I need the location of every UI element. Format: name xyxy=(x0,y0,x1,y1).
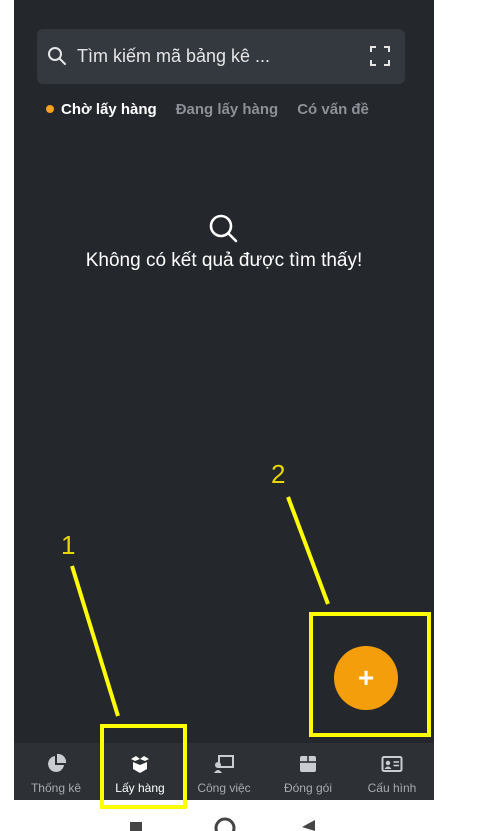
tab-label: Đang lấy hàng xyxy=(175,100,279,118)
nav-label: Cấu hình xyxy=(367,781,417,795)
bottom-nav-thong-ke[interactable]: Thống kê xyxy=(14,743,98,800)
bottom-nav-cau-hinh[interactable]: Cấu hình xyxy=(350,743,434,800)
nav-label: Đóng gói xyxy=(283,781,333,795)
bottom-nav: Thống kê Lấy hàng Công việc Đóng gói Cấu… xyxy=(14,743,434,800)
tab-label: Có vấn đề xyxy=(297,100,369,118)
nav-label: Thống kê xyxy=(30,781,82,795)
annotation-number-1: 1 xyxy=(61,530,76,560)
empty-state: Không có kết quả được tìm thấy! xyxy=(14,212,434,272)
status-tabs: Chờ lấy hàng Đang lấy hàng Có vấn đề xyxy=(46,98,388,120)
tab-cho-lay-hang[interactable]: Chờ lấy hàng xyxy=(46,101,157,118)
active-dot xyxy=(46,105,54,113)
empty-message: Không có kết quả được tìm thấy! xyxy=(85,250,363,271)
pie-chart-icon xyxy=(48,753,67,772)
app-screen: Tìm kiếm mã bảng kê ... Chờ lấy hàng Đan… xyxy=(14,0,434,800)
add-button[interactable]: + xyxy=(334,646,398,710)
open-box-icon xyxy=(131,756,149,773)
search-bar[interactable]: Tìm kiếm mã bảng kê ... xyxy=(37,29,405,84)
annotation-number-2: 2 xyxy=(271,459,286,489)
tab-co-van-de[interactable]: Có vấn đề xyxy=(297,101,369,118)
bottom-nav-lay-hang[interactable]: Lấy hàng xyxy=(98,743,182,800)
id-card-icon xyxy=(381,756,403,772)
scan-icon[interactable] xyxy=(369,45,391,67)
bottom-nav-cong-viec[interactable]: Công việc xyxy=(182,743,266,800)
search-input[interactable]: Tìm kiếm mã bảng kê ... xyxy=(77,46,270,67)
nav-label: Lấy hàng xyxy=(115,781,165,795)
tab-dang-lay-hang[interactable]: Đang lấy hàng xyxy=(176,101,279,118)
android-nav-bar xyxy=(0,800,488,831)
tab-label: Chờ lấy hàng xyxy=(61,100,157,118)
nav-label: Công việc xyxy=(197,781,251,795)
search-icon xyxy=(48,47,66,65)
search-icon xyxy=(209,214,238,243)
package-icon xyxy=(300,756,316,772)
bottom-nav-dong-goi[interactable]: Đóng gói xyxy=(266,743,350,800)
presentation-icon xyxy=(214,755,234,773)
